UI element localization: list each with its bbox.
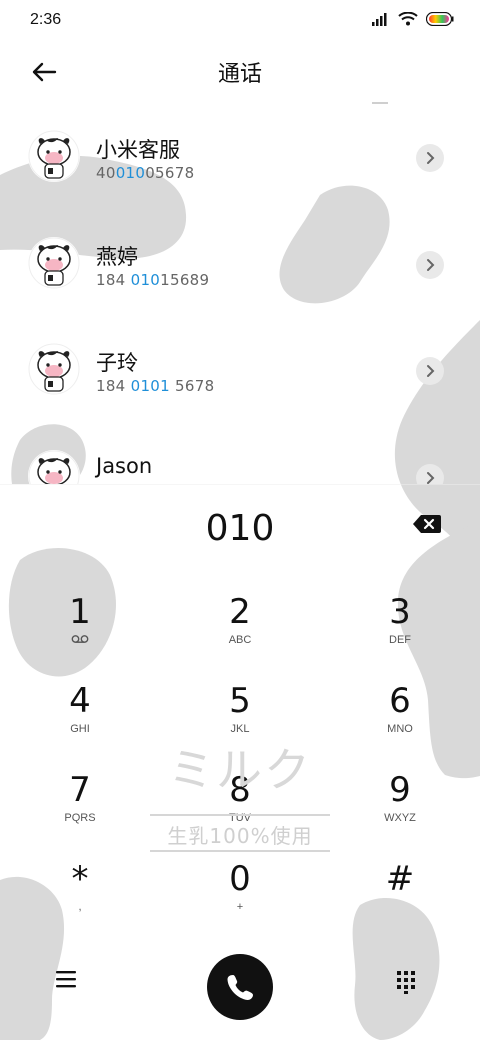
- dialpad-toggle-button[interactable]: [396, 970, 424, 998]
- signal-icon: [372, 13, 387, 26]
- number-part: 184: [96, 271, 131, 289]
- battery-icon: [426, 12, 454, 26]
- contact-row[interactable]: 子玲 184 0101 5678: [0, 313, 480, 413]
- status-time: 2:36: [30, 11, 62, 28]
- avatar: [28, 130, 80, 182]
- contact-row[interactable]: 燕婷 184 01015689: [0, 207, 480, 307]
- key-digit: 0: [229, 859, 251, 899]
- status-icons: [372, 12, 454, 26]
- key-letters: DEF: [389, 634, 411, 646]
- number-match: 010: [115, 164, 146, 182]
- contact-detail-button[interactable]: [416, 251, 444, 279]
- avatar: [28, 343, 80, 395]
- number-match: 0101: [130, 377, 170, 395]
- chevron-right-icon: [427, 472, 435, 484]
- cow-avatar-icon: [28, 343, 80, 395]
- contact-detail-button[interactable]: [416, 144, 444, 172]
- wifi-icon: [398, 12, 418, 26]
- header: 通话: [0, 44, 480, 100]
- key-digit: 3: [389, 592, 411, 632]
- chevron-right-icon: [427, 259, 435, 271]
- contact-number: 4001005678: [96, 164, 194, 182]
- backspace-icon: [413, 515, 441, 533]
- key-digit: 5: [229, 681, 251, 721]
- number-part: 05678: [145, 164, 195, 182]
- status-bar: 2:36: [0, 0, 480, 44]
- key-6[interactable]: 6 MNO: [320, 681, 480, 769]
- key-0[interactable]: 0 +: [160, 859, 320, 947]
- contact-detail-button[interactable]: [416, 357, 444, 385]
- chevron-right-icon: [427, 365, 435, 377]
- key-digit: 9: [389, 770, 411, 810]
- key-9[interactable]: 9 WXYZ: [320, 770, 480, 858]
- key-digit: 7: [69, 770, 91, 810]
- menu-button[interactable]: [56, 970, 92, 998]
- number-part: 40: [96, 164, 116, 182]
- contact-name: 燕婷: [96, 245, 138, 269]
- key-7[interactable]: 7 PQRS: [0, 770, 160, 858]
- key-hash[interactable]: #: [320, 859, 480, 947]
- cow-avatar-icon: [28, 130, 80, 182]
- key-letters: [0, 634, 160, 648]
- key-digit: 4: [69, 681, 91, 721]
- number-part: 15689: [160, 271, 210, 289]
- voicemail-icon: [71, 635, 89, 643]
- page-title: 通话: [217, 62, 262, 87]
- key-digit: 1: [69, 592, 91, 632]
- key-digit: 2: [229, 592, 251, 632]
- contact-name: 子玲: [96, 351, 138, 375]
- watermark-title: ミルク: [168, 743, 312, 797]
- milk-watermark: ミルク 生乳100%使用: [150, 734, 330, 852]
- key-digit: 6: [389, 681, 411, 721]
- contact-name: Jason: [96, 454, 153, 478]
- cow-avatar-icon: [28, 450, 80, 484]
- number-match: 010: [130, 271, 161, 289]
- dialed-number: 010: [205, 508, 275, 549]
- key-letters: [320, 901, 480, 915]
- watermark-subtitle: 生乳100%使用: [167, 824, 313, 848]
- key-digit: *: [71, 859, 89, 899]
- avatar: [28, 450, 80, 484]
- contact-row[interactable]: Jason: [0, 420, 480, 484]
- watermark-line: [150, 814, 330, 816]
- number-part: 184: [96, 377, 131, 395]
- dialpad-grid-icon: [397, 971, 415, 994]
- key-letters: PQRS: [64, 812, 96, 824]
- key-letters: +: [236, 901, 244, 913]
- key-1[interactable]: 1: [0, 592, 160, 680]
- hamburger-menu-icon: [56, 971, 76, 988]
- key-letters: MNO: [387, 723, 413, 735]
- watermark-line: [150, 850, 330, 852]
- contact-number: 184 0101 5678: [96, 377, 214, 395]
- chevron-right-icon: [427, 152, 435, 164]
- key-letters: ,: [78, 901, 82, 913]
- key-letters: GHI: [70, 723, 90, 735]
- cow-avatar-icon: [28, 237, 80, 289]
- contact-name: 小米客服: [96, 138, 180, 162]
- contact-row[interactable]: 小米客服 4001005678: [0, 100, 480, 200]
- call-button[interactable]: [207, 954, 273, 1020]
- dialer-panel: 010 ミルク 生乳100%使用 1 2 ABC 3 DEF 4 GHI 5 J…: [0, 484, 480, 1040]
- phone-icon: [227, 975, 253, 1000]
- key-4[interactable]: 4 GHI: [0, 681, 160, 769]
- number-part: 5678: [169, 377, 215, 395]
- key-digit: #: [385, 859, 415, 899]
- key-star[interactable]: * ,: [0, 859, 160, 947]
- backspace-button[interactable]: [412, 514, 442, 534]
- avatar: [28, 237, 80, 289]
- key-letters: ABC: [228, 634, 252, 646]
- contact-number: 184 01015689: [96, 271, 209, 289]
- key-letters: WXYZ: [384, 812, 416, 824]
- contact-list: 小米客服 4001005678 燕婷 184 01015689 子玲 184 0…: [0, 100, 480, 484]
- key-2[interactable]: 2 ABC: [160, 592, 320, 680]
- key-3[interactable]: 3 DEF: [320, 592, 480, 680]
- contact-detail-button[interactable]: [416, 464, 444, 484]
